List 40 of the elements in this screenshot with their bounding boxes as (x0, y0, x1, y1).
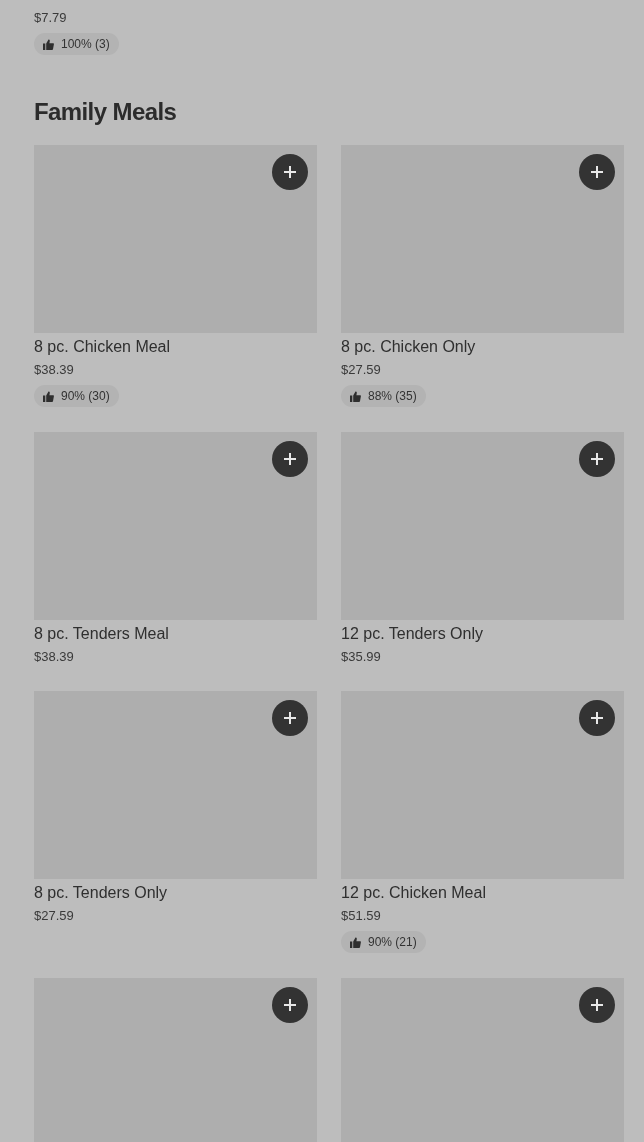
thumbs-up-icon (43, 390, 54, 402)
plus-icon (284, 453, 296, 465)
thumbs-up-icon (350, 390, 361, 402)
add-button[interactable] (272, 700, 308, 736)
item-price: $35.99 (341, 648, 381, 666)
add-button[interactable] (579, 987, 615, 1023)
photo-placeholder[interactable] (34, 978, 317, 1142)
item-name[interactable]: 8 pc. Chicken Only (341, 337, 476, 357)
item-name[interactable]: 12 pc. Chicken Meal (341, 883, 486, 903)
item-price: $51.59 (341, 907, 381, 925)
item-price: $27.59 (34, 907, 74, 925)
plus-icon (591, 453, 603, 465)
plus-icon (591, 999, 603, 1011)
item-price: $27.59 (341, 361, 381, 379)
thumbs-up-icon (43, 38, 54, 50)
item-price: $38.39 (34, 648, 74, 666)
item-name[interactable]: 8 pc. Tenders Only (34, 883, 168, 903)
rating-text: 100% (3) (61, 37, 110, 51)
item-price: $7.79 (34, 9, 67, 27)
add-button[interactable] (272, 441, 308, 477)
item-price: $38.39 (34, 361, 74, 379)
plus-icon (591, 166, 603, 178)
rating-text: 88% (35) (368, 389, 417, 403)
plus-icon (284, 712, 296, 724)
item-name[interactable]: 12 pc. Tenders Only (341, 624, 483, 644)
plus-icon (284, 166, 296, 178)
section-title: Family Meals (34, 97, 177, 127)
add-button[interactable] (579, 700, 615, 736)
add-button[interactable] (272, 154, 308, 190)
add-button[interactable] (579, 441, 615, 477)
add-button[interactable] (272, 987, 308, 1023)
rating-text: 90% (21) (368, 935, 417, 949)
photo-placeholder[interactable] (341, 978, 624, 1142)
item-name[interactable]: 8 pc. Chicken Meal (34, 337, 171, 357)
plus-icon (284, 999, 296, 1011)
rating-text: 90% (30) (61, 389, 110, 403)
item-name[interactable]: 8 pc. Tenders Meal (34, 624, 169, 644)
plus-icon (591, 712, 603, 724)
add-button[interactable] (579, 154, 615, 190)
thumbs-up-icon (350, 936, 361, 948)
